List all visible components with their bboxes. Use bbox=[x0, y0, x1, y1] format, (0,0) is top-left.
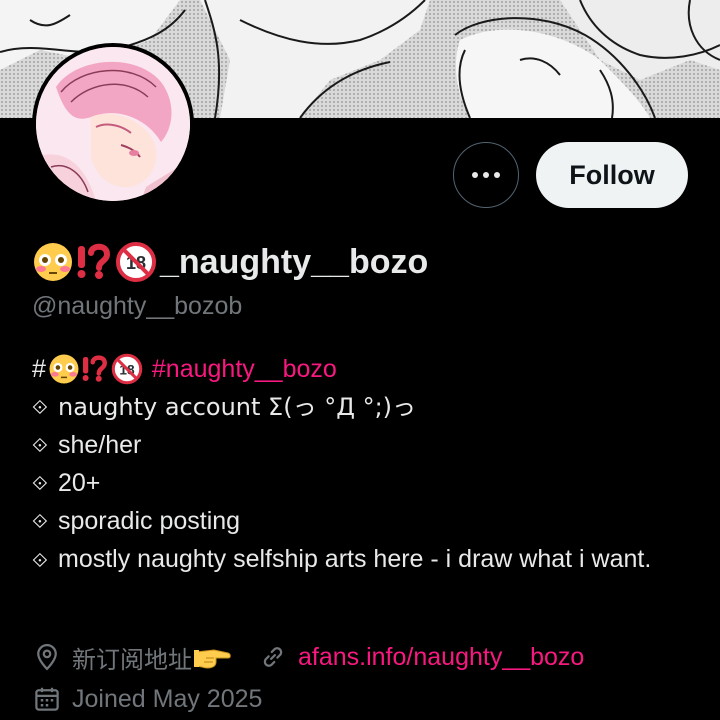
profile-bio: # 18 #naughty__boz bbox=[32, 350, 692, 579]
diamond-bullet-icon: ⟐ bbox=[32, 433, 48, 457]
bio-line: ⟐ 20+ bbox=[32, 464, 692, 502]
follow-button[interactable]: Follow bbox=[536, 142, 688, 208]
flushed-face-emoji bbox=[49, 354, 79, 384]
bio-line-text: mostly naughty selfship arts here - i dr… bbox=[58, 545, 652, 573]
bio-line: ⟐ naughty account Σ(っ °Д °;)っ bbox=[32, 388, 692, 426]
user-handle: @naughty__bozob bbox=[32, 292, 243, 320]
display-name: 18 _naughty__bozo bbox=[32, 238, 428, 286]
exclamation-question-mark-emoji bbox=[82, 355, 107, 382]
link-icon bbox=[258, 642, 288, 672]
avatar[interactable] bbox=[32, 43, 194, 205]
bio-line-text: 20+ bbox=[58, 469, 101, 497]
hash-symbol: # bbox=[32, 355, 46, 383]
more-horizontal-icon bbox=[472, 172, 500, 178]
calendar-icon bbox=[32, 684, 62, 714]
bio-line-text: sporadic posting bbox=[58, 507, 241, 535]
bio-hashtag-line: # 18 #naughty__boz bbox=[32, 350, 692, 388]
profile-meta-joined: Joined May 2025 bbox=[32, 680, 262, 718]
bio-line: ⟐ she/her bbox=[32, 426, 692, 464]
no-one-under-eighteen-emoji: 18 bbox=[116, 242, 156, 282]
flushed-face-emoji bbox=[34, 243, 72, 281]
avatar-image bbox=[36, 47, 190, 201]
more-options-button[interactable] bbox=[453, 142, 519, 208]
diamond-bullet-icon: ⟐ bbox=[32, 395, 48, 419]
bio-line-text: naughty account Σ(っ °Д °;)っ bbox=[58, 393, 417, 421]
display-name-text: _naughty__bozo bbox=[160, 242, 429, 281]
hashtag-link[interactable]: #naughty__bozo bbox=[152, 350, 337, 388]
no-one-under-eighteen-emoji: 18 bbox=[111, 353, 143, 385]
bio-line: ⟐ mostly naughty selfship arts here - i d… bbox=[32, 540, 692, 579]
location-pin-icon bbox=[32, 642, 62, 672]
location-text: 新订阅地址 bbox=[72, 645, 192, 674]
backhand-index-pointing-right-emoji bbox=[194, 649, 231, 669]
website-link[interactable]: afans.info/naughty__bozo bbox=[298, 643, 584, 672]
diamond-bullet-icon: ⟐ bbox=[32, 548, 48, 572]
exclamation-question-mark-emoji bbox=[77, 243, 111, 279]
profile-meta-location-website: 新订阅地址 afans.info/naughty__bozo bbox=[32, 638, 584, 676]
bio-line: ⟐ sporadic posting bbox=[32, 502, 692, 540]
diamond-bullet-icon: ⟐ bbox=[32, 509, 48, 533]
diamond-bullet-icon: ⟐ bbox=[32, 471, 48, 495]
profile-page: Follow 18 _naughty__bozo @naughty__bozob bbox=[0, 0, 720, 720]
bio-line-text: she/her bbox=[58, 431, 142, 459]
joined-date: Joined May 2025 bbox=[72, 684, 263, 713]
